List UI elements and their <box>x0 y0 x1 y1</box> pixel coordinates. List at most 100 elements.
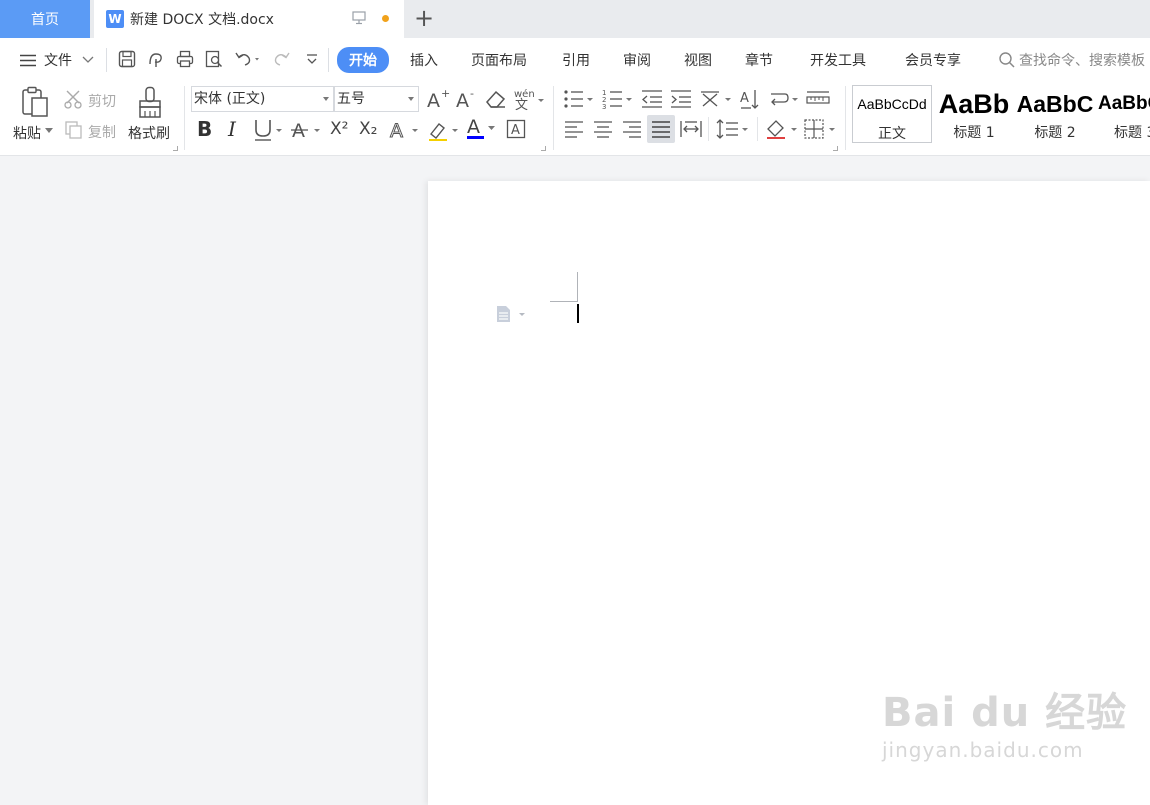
cut-button[interactable]: 剪切 <box>88 91 116 111</box>
redo-icon[interactable] <box>273 50 291 68</box>
increase-indent-icon[interactable] <box>670 89 692 109</box>
tab-view[interactable]: 视图 <box>684 50 712 70</box>
divider <box>757 117 758 141</box>
text-effect-icon[interactable]: A <box>389 118 421 142</box>
undo-icon[interactable] <box>234 50 260 68</box>
svg-text:+: + <box>441 88 450 100</box>
align-left-icon[interactable] <box>564 120 584 138</box>
svg-text:A: A <box>511 123 520 138</box>
subscript-button[interactable]: X₂ <box>359 119 377 139</box>
style-heading-1[interactable]: AaBb 标题 1 <box>934 85 1014 143</box>
save-icon[interactable] <box>118 50 136 68</box>
style-heading-3[interactable]: AaBbC 标题 3 <box>1096 85 1150 143</box>
svg-text:A: A <box>390 120 403 142</box>
underline-icon[interactable] <box>253 118 285 142</box>
superscript-button[interactable]: X² <box>330 119 348 139</box>
style-heading-3-label: 标题 3 <box>1114 125 1150 141</box>
menu-bar: 文件 开始 插入 页面布局 引用 审阅 视图 章节 开发工具 会员专享 查找命令… <box>0 38 1150 80</box>
search-icon <box>999 52 1015 68</box>
clipboard-group-launcher[interactable] <box>173 146 178 151</box>
show-paragraph-marks-icon[interactable] <box>768 88 800 110</box>
paste-icon[interactable] <box>20 86 50 118</box>
style-normal-label: 正文 <box>878 126 906 142</box>
paragraph-layout-icon[interactable] <box>495 305 529 323</box>
copy-icon[interactable] <box>64 120 84 140</box>
tab-document[interactable]: W 新建 DOCX 文档.docx <box>94 0 404 38</box>
svg-text:A: A <box>427 90 440 110</box>
file-menu-label: 文件 <box>44 53 72 69</box>
copy-button[interactable]: 复制 <box>88 122 116 142</box>
tab-home-ribbon[interactable]: 开始 <box>337 47 389 73</box>
shading-icon[interactable] <box>765 118 799 140</box>
clear-format-eraser-icon[interactable] <box>484 88 508 110</box>
svg-text:A: A <box>740 91 749 106</box>
paste-button[interactable]: 粘贴 <box>13 123 41 143</box>
workspace-background <box>0 157 428 805</box>
chinese-layout-icon[interactable] <box>699 88 733 110</box>
print-preview-icon[interactable] <box>205 50 223 68</box>
tab-member[interactable]: 会员专享 <box>905 50 961 70</box>
borders-icon[interactable] <box>803 118 837 140</box>
font-color-swatch <box>467 136 484 139</box>
svg-text:A: A <box>292 120 305 142</box>
tab-insert[interactable]: 插入 <box>410 50 438 70</box>
divider <box>708 117 709 141</box>
distributed-align-icon[interactable] <box>680 119 702 139</box>
watermark-logo: Bai du 经验 <box>882 690 1128 736</box>
search-box[interactable]: 查找命令、搜索模板 <box>998 50 1145 70</box>
character-border-icon[interactable]: A <box>506 119 526 139</box>
tab-developer[interactable]: 开发工具 <box>810 50 866 70</box>
strikethrough-icon[interactable]: A <box>291 118 323 142</box>
italic-button[interactable]: I <box>228 117 236 141</box>
chevron-down-icon[interactable] <box>488 126 496 132</box>
font-color-button[interactable]: A <box>467 116 480 138</box>
tab-references[interactable]: 引用 <box>562 50 590 70</box>
font-name-value: 宋体 (正文) <box>194 91 266 107</box>
format-painter-button[interactable]: 格式刷 <box>128 123 170 143</box>
font-group-launcher[interactable] <box>541 146 546 151</box>
print-icon[interactable] <box>176 50 194 68</box>
paragraph-group-launcher[interactable] <box>833 146 838 151</box>
numbered-list-icon[interactable]: 123 <box>602 88 634 110</box>
document-tab-title: 新建 DOCX 文档.docx <box>130 12 274 28</box>
shrink-font-icon[interactable]: A- <box>455 88 479 110</box>
tab-chapter[interactable]: 章节 <box>745 50 773 70</box>
bullet-list-icon[interactable] <box>563 89 595 109</box>
page-margin-marker <box>577 272 578 302</box>
new-tab-button[interactable]: + <box>414 5 434 31</box>
divider <box>845 86 846 150</box>
style-normal[interactable]: AaBbCcDd 正文 <box>852 85 932 143</box>
cut-icon[interactable] <box>64 89 84 109</box>
export-pdf-icon[interactable] <box>147 50 165 68</box>
font-size-select[interactable]: 五号 <box>334 86 419 112</box>
watermark-url: jingyan.baidu.com <box>882 738 1084 762</box>
decrease-indent-icon[interactable] <box>641 89 663 109</box>
grow-font-icon[interactable]: A + <box>426 88 450 110</box>
justify-button[interactable] <box>647 115 675 143</box>
file-menu-button[interactable]: 文件 <box>20 50 94 70</box>
ruler-icon[interactable] <box>806 89 830 109</box>
highlight-icon[interactable] <box>427 118 461 142</box>
tab-review[interactable]: 审阅 <box>623 50 651 70</box>
format-painter-icon[interactable] <box>137 86 163 120</box>
style-heading-2[interactable]: AaBbC 标题 2 <box>1015 85 1095 143</box>
svg-text:-: - <box>470 88 474 100</box>
tab-page-layout[interactable]: 页面布局 <box>471 50 527 70</box>
page-margin-marker <box>550 301 578 302</box>
line-spacing-icon[interactable] <box>716 118 750 140</box>
divider <box>184 86 185 150</box>
chevron-down-icon[interactable] <box>45 128 53 134</box>
phonetic-guide-icon[interactable]: wén文 <box>512 87 546 111</box>
sort-icon[interactable]: A <box>739 88 761 110</box>
font-name-select[interactable]: 宋体 (正文) <box>191 86 334 112</box>
style-heading-3-sample: AaBbC <box>1098 93 1150 114</box>
font-size-value: 五号 <box>337 91 365 107</box>
style-heading-1-label: 标题 1 <box>953 125 995 141</box>
tab-home[interactable]: 首页 <box>0 0 90 38</box>
monitor-icon[interactable] <box>352 11 366 25</box>
bold-button[interactable]: B <box>197 117 212 141</box>
text-cursor <box>577 304 579 323</box>
align-center-icon[interactable] <box>593 120 613 138</box>
customize-toolbar-icon[interactable] <box>305 50 319 68</box>
align-right-icon[interactable] <box>622 120 642 138</box>
